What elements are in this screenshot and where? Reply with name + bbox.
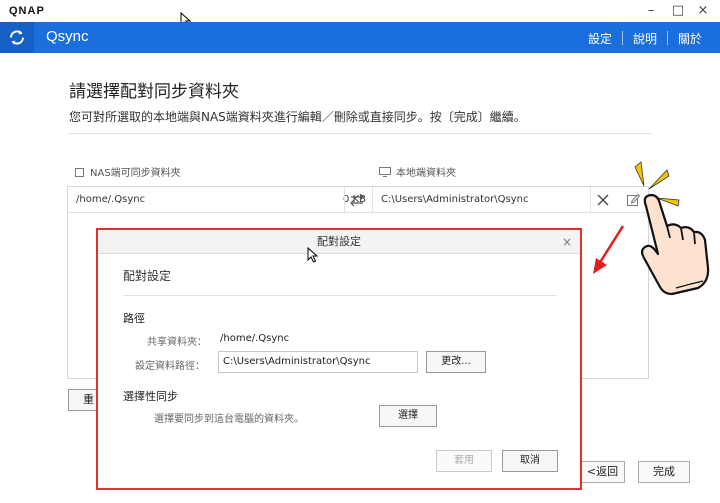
select-button[interactable]: 選擇 [379, 405, 437, 427]
cancel-button[interactable]: 取消 [502, 450, 558, 472]
back-button[interactable]: <返回 [580, 461, 625, 483]
dialog-close-button[interactable]: × [562, 230, 572, 254]
nav-settings[interactable]: 設定 [578, 30, 622, 47]
page-title: 請選擇配對同步資料夾 [69, 82, 239, 102]
nav-about[interactable]: 關於 [668, 30, 712, 47]
cell-divider [590, 187, 591, 213]
selective-sync-description: 選擇要同步到這台電腦的資料夾。 [154, 414, 304, 425]
page-description: 您可對所選取的本地端與NAS端資料夾進行編輯／刪除或直接同步。按〔完成〕繼續。 [69, 110, 526, 124]
top-nav: 設定 說明 關於 [578, 30, 712, 47]
mouse-cursor-icon [307, 247, 319, 263]
nas-column-label: NAS端可同步資料夾 [90, 168, 181, 179]
close-window-button[interactable]: × [692, 2, 714, 20]
done-button[interactable]: 完成 [638, 461, 690, 483]
shared-folder-value: /home/.Qsync [220, 333, 290, 344]
dialog-divider [123, 295, 557, 296]
swap-arrows-icon [347, 187, 371, 213]
dialog-title: 配對設定 [98, 230, 580, 254]
close-icon[interactable] [593, 187, 613, 213]
app-header: Qsync 設定 說明 關於 [0, 22, 720, 53]
nav-help[interactable]: 說明 [623, 30, 667, 47]
brand-logo: QNAP [9, 5, 45, 17]
cell-divider [344, 187, 345, 213]
nas-path: /home/.Qsync [76, 194, 146, 205]
monitor-icon [379, 167, 391, 177]
selective-sync-title: 選擇性同步 [123, 390, 178, 403]
maximize-button[interactable]: □ [667, 2, 689, 20]
path-section-title: 路徑 [123, 312, 145, 325]
local-column-header: 本地端資料夾 [379, 164, 456, 179]
minimize-button[interactable]: – [640, 2, 662, 20]
nas-column-header: NAS端可同步資料夾 [75, 164, 181, 179]
cell-divider [372, 187, 373, 213]
table-row[interactable]: /home/.Qsync 0 KB C:\Users\Administrator… [68, 187, 648, 213]
local-column-label: 本地端資料夾 [396, 168, 456, 179]
local-path: C:\Users\Administrator\Qsync [381, 194, 529, 205]
left-action-button[interactable]: 重 [68, 389, 98, 411]
dialog-heading: 配對設定 [123, 269, 172, 283]
apply-button[interactable]: 套用 [436, 450, 492, 472]
sync-icon[interactable] [0, 22, 34, 53]
divider [69, 133, 651, 134]
window-titlebar: QNAP – □ × [0, 0, 720, 22]
nas-icon [75, 168, 84, 177]
path-input[interactable]: C:\Users\Administrator\Qsync [218, 351, 418, 373]
pointing-hand-icon [634, 161, 710, 296]
app-title: Qsync [46, 28, 89, 45]
shared-folder-label: 共享資料夾： [147, 337, 207, 348]
pair-settings-dialog: 配對設定 × 配對設定 路徑 共享資料夾： /home/.Qsync 設定資料路… [96, 228, 582, 490]
change-button[interactable]: 更改... [426, 351, 486, 373]
set-path-label: 設定資料路徑： [135, 361, 205, 372]
